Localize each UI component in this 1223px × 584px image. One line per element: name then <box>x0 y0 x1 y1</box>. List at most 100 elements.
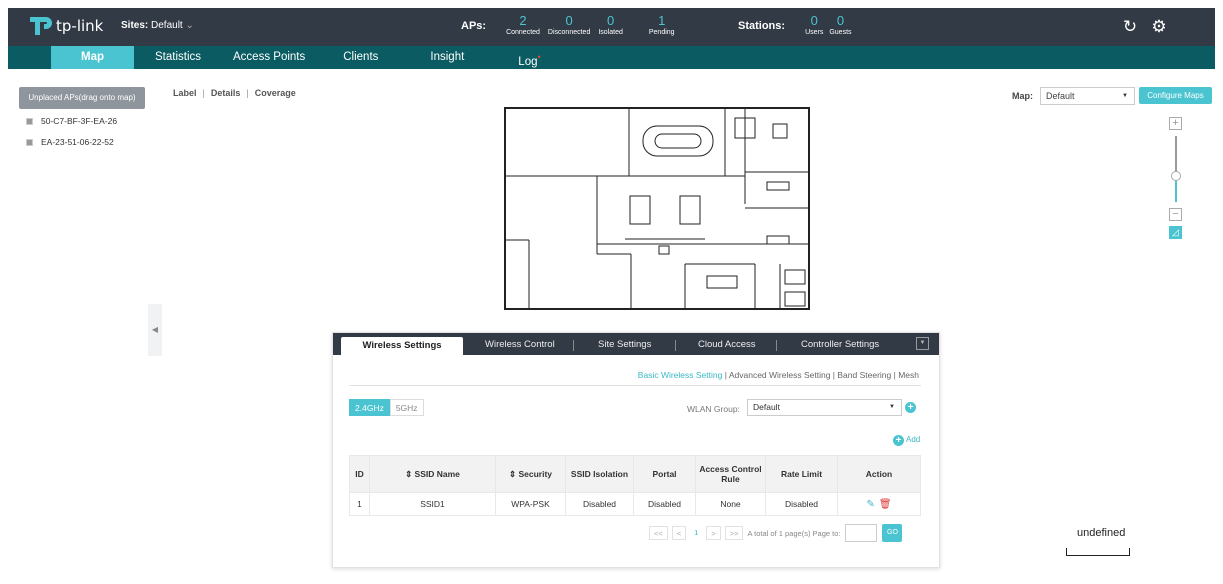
add-wlan-group-icon[interactable]: + <box>905 402 916 413</box>
stat-caption: Isolated <box>598 29 623 36</box>
chevron-down-icon: ⌄ <box>185 20 194 31</box>
col-ssid-name[interactable]: ⇕ SSID Name <box>369 455 496 493</box>
tab-controller-settings[interactable]: Controller Settings <box>801 333 879 355</box>
coverage-link[interactable]: Coverage <box>255 88 296 98</box>
stat-caption: Connected <box>506 29 540 36</box>
floor-plan-map[interactable] <box>495 104 817 316</box>
tab-cloud-access[interactable]: Cloud Access <box>698 333 756 355</box>
cell-id: 1 <box>349 492 370 516</box>
band-steering-link[interactable]: Band Steering <box>837 370 891 380</box>
tab-wireless-settings[interactable]: Wireless Settings <box>341 337 463 355</box>
stations-guests[interactable]: 0 Guests <box>829 14 851 38</box>
basic-wireless-link[interactable]: Basic Wireless Setting <box>638 370 723 380</box>
stat-number: 0 <box>836 13 845 28</box>
tab-divider <box>573 340 574 351</box>
zoom-out-button[interactable]: − <box>1169 208 1182 221</box>
add-icon[interactable]: + <box>893 435 904 446</box>
wlan-group-value: Default <box>753 402 780 412</box>
stat-caption: Users <box>805 29 824 36</box>
tab-insight[interactable]: Insight <box>400 46 494 69</box>
col-rate-limit: Rate Limit <box>765 455 838 493</box>
caret-down-icon: ▼ <box>1122 93 1128 99</box>
divider: | <box>202 88 205 98</box>
go-button[interactable]: GO <box>882 524 903 542</box>
cell-access-control: None <box>695 492 766 516</box>
add-ssid-link[interactable]: Add <box>906 435 920 444</box>
ap-mac: 50-C7-BF-3F-EA-26 <box>41 116 118 126</box>
map-view-links: Label | Details | Coverage <box>173 88 296 98</box>
unplaced-aps-button[interactable]: Unplaced APs(drag onto map) <box>19 87 145 109</box>
stat-caption: Guests <box>829 29 852 36</box>
page-summary: A total of 1 page(s) Page to: <box>747 528 841 538</box>
aps-pending[interactable]: 1 Pending <box>649 14 675 38</box>
zoom-in-button[interactable]: + <box>1169 117 1182 130</box>
logo-text: tp-link <box>56 17 104 35</box>
log-badge: • <box>537 52 541 62</box>
band-5ghz-button[interactable]: 5GHz <box>389 399 424 416</box>
chevron-down-icon[interactable]: ▼ <box>916 337 929 350</box>
map-scale-label: undefined <box>1077 527 1126 539</box>
cell-ssid-isolation: Disabled <box>565 492 634 516</box>
top-bar: tp-link Sites: Default ⌄ APs: 2 Connecte… <box>8 8 1215 46</box>
page-input[interactable] <box>845 524 878 542</box>
next-page-button[interactable]: > <box>706 526 721 540</box>
col-security[interactable]: ⇕ Security <box>495 455 566 493</box>
tab-wireless-control[interactable]: Wireless Control <box>485 333 555 355</box>
cell-ssid-name: SSID1 <box>369 492 496 516</box>
details-link[interactable]: Details <box>211 88 241 98</box>
aps-disconnected[interactable]: 0 Disconnected <box>548 14 590 38</box>
ruler-icon[interactable]: ◿ <box>1169 226 1182 239</box>
first-page-button[interactable]: << <box>649 526 668 540</box>
zoom-slider-handle[interactable] <box>1171 171 1181 181</box>
configure-maps-button[interactable]: Configure Maps <box>1139 87 1212 104</box>
mesh-link[interactable]: Mesh <box>898 370 919 380</box>
divider <box>349 385 921 386</box>
gear-icon[interactable]: ⚙ <box>1149 17 1169 37</box>
col-access-control: Access Control Rule <box>695 455 766 493</box>
chevron-left-icon: ◀ <box>151 325 159 334</box>
tab-clients[interactable]: Clients <box>321 46 400 69</box>
stations-label: Stations: <box>738 20 786 32</box>
tab-access-points[interactable]: Access Points <box>217 46 321 69</box>
access-point-icon <box>26 138 33 146</box>
aps-isolated[interactable]: 0 Isolated <box>598 14 623 38</box>
main-nav: Map Statistics Access Points Clients Ins… <box>8 46 1215 69</box>
tab-statistics[interactable]: Statistics <box>139 46 217 69</box>
sites-selector[interactable]: Sites: Default ⌄ <box>121 20 194 31</box>
logo-mark-icon <box>28 14 52 38</box>
advanced-wireless-link[interactable]: Advanced Wireless Setting <box>729 370 831 380</box>
last-page-button[interactable]: >> <box>724 526 744 540</box>
label-link[interactable]: Label <box>173 88 197 98</box>
unplaced-ap-item[interactable]: 50-C7-BF-3F-EA-26 <box>26 116 117 126</box>
table-row: 1 SSID1 WPA-PSK Disabled Disabled None D… <box>349 492 921 516</box>
sites-label: Sites: <box>121 20 149 31</box>
tab-site-settings[interactable]: Site Settings <box>598 333 651 355</box>
collapse-panel-button[interactable]: ◀ <box>148 304 162 356</box>
stat-number: 2 <box>519 13 527 28</box>
tab-map[interactable]: Map <box>51 46 134 69</box>
pagination: << < 1 > >> A total of 1 page(s) Page to… <box>649 524 903 542</box>
stations-stats: Stations: 0 Users 0 Guests <box>738 14 866 38</box>
wlan-group-label: WLAN Group: <box>687 404 740 414</box>
tab-divider <box>776 340 777 351</box>
wlan-group-select[interactable]: Default ▼ <box>747 399 902 416</box>
aps-stats: APs: 2 Connected 0 Disconnected 0 Isolat… <box>461 14 689 38</box>
band-2-4ghz-button[interactable]: 2.4GHz <box>349 399 390 416</box>
edit-icon[interactable]: ✎ <box>866 499 874 510</box>
tab-log[interactable]: Log• <box>494 46 564 69</box>
trash-icon[interactable]: 🗑 <box>879 499 892 510</box>
divider: | <box>246 88 249 98</box>
aps-connected[interactable]: 2 Connected <box>506 14 540 38</box>
cell-action: ✎ 🗑 <box>837 492 921 516</box>
tp-link-logo[interactable]: tp-link <box>28 14 103 38</box>
refresh-icon[interactable]: ↻ <box>1120 17 1140 37</box>
current-page[interactable]: 1 <box>690 526 702 540</box>
prev-page-button[interactable]: < <box>671 526 687 540</box>
stat-number: 0 <box>565 13 573 28</box>
access-point-icon <box>26 117 33 125</box>
stations-users[interactable]: 0 Users <box>805 14 823 38</box>
map-select[interactable]: Default ▼ <box>1040 87 1135 105</box>
unplaced-ap-item[interactable]: EA-23-51-06-22-52 <box>26 137 114 147</box>
cell-rate-limit: Disabled <box>765 492 838 516</box>
map-label: Map: <box>1012 91 1033 101</box>
